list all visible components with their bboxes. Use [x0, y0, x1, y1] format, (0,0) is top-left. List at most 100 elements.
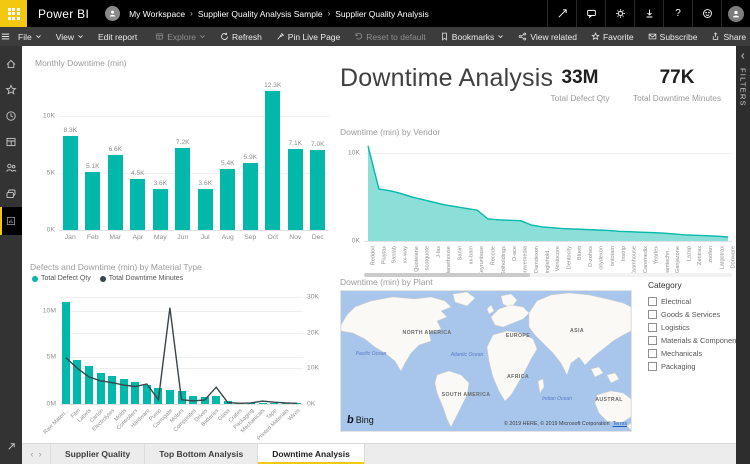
visual-downtime-by-vendor[interactable]: Downtime (min) by Vendor 0K 10K Reddoit Pl…: [340, 127, 736, 277]
kpi-label: Total Downtime Minutes: [632, 93, 722, 103]
downtime-line-series[interactable]: [60, 297, 303, 405]
bar[interactable]: [310, 150, 326, 230]
vendor-axis-label: Ganjazone: [675, 246, 682, 274]
axis-tick-label: 0K: [351, 237, 360, 245]
bar-aug[interactable]: 5.4K Aug: [217, 82, 240, 241]
visual-defects-downtime-by-material[interactable]: Defects and Downtime (min) by Material T…: [30, 262, 334, 448]
bar-may[interactable]: 3.6K May: [149, 82, 172, 241]
sidebar-my-workspace-selected[interactable]: [0, 207, 22, 235]
bar[interactable]: [220, 168, 236, 230]
download-icon[interactable]: [634, 0, 663, 27]
sidebar-recent-icon[interactable]: [0, 103, 22, 129]
menu-share[interactable]: Share: [704, 27, 750, 46]
bar[interactable]: [62, 135, 78, 230]
kpi-total-defect-qty[interactable]: 33M Total Defect Qty: [532, 67, 628, 103]
sidebar-apps-icon[interactable]: [0, 129, 22, 155]
vendor-axis-label: Sanin: [457, 246, 464, 261]
app-launcher-waffle-icon[interactable]: [0, 0, 27, 27]
workspace-avatar[interactable]: [105, 6, 121, 21]
feedback-smiley-icon[interactable]: [692, 0, 721, 27]
menu-favorite[interactable]: Favorite: [584, 27, 641, 46]
sidebar-workspaces-icon[interactable]: [0, 181, 22, 207]
vendor-area-series[interactable]: [364, 144, 732, 241]
bar[interactable]: [287, 149, 303, 230]
slicer-option-electrical[interactable]: Electrical: [648, 295, 736, 308]
fullscreen-icon[interactable]: [547, 0, 576, 27]
bar-feb[interactable]: 5.1K Feb: [82, 82, 105, 241]
tab-scroll-left-icon[interactable]: ‹: [31, 449, 34, 459]
bing-logo[interactable]: b Bing: [346, 414, 374, 426]
bar[interactable]: [107, 154, 123, 230]
checkbox-icon[interactable]: [648, 349, 657, 358]
visual-title: Defects and Downtime (min) by Material T…: [30, 262, 202, 272]
legend-total-downtime-minutes[interactable]: Total Downtime Minutes: [99, 275, 183, 282]
slicer-option-logistics[interactable]: Logistics: [648, 321, 736, 334]
bar-jun[interactable]: 7.2K Jun: [172, 82, 195, 241]
bar-sep[interactable]: 5.9K Sep: [239, 82, 262, 241]
menu-bookmarks[interactable]: Bookmarks: [433, 27, 512, 46]
page-tab-top-bottom-analysis[interactable]: Top Bottom Analysis: [145, 444, 259, 464]
menu-edit-report[interactable]: Edit report: [91, 27, 144, 46]
menu-view[interactable]: View: [49, 27, 91, 46]
slicer-option-mechanicals[interactable]: Mechanicals: [648, 347, 736, 360]
sidebar-home-icon[interactable]: [0, 51, 22, 77]
checkbox-icon[interactable]: [648, 323, 657, 332]
menu-reset-to-default[interactable]: Reset to default: [347, 27, 433, 46]
menu-pin-live-page[interactable]: Pin Live Page: [269, 27, 347, 46]
checkbox-icon[interactable]: [648, 362, 657, 371]
bing-map[interactable]: NORTH AMERICA EUROPE ASIA AFRICA SOUTH A…: [340, 290, 632, 432]
profile-avatar[interactable]: [721, 0, 750, 27]
help-icon[interactable]: ?: [663, 0, 692, 27]
tab-scroll-right-icon[interactable]: ›: [39, 449, 42, 459]
kpi-total-downtime-minutes[interactable]: 77K Total Downtime Minutes: [622, 67, 732, 103]
menu-view-related[interactable]: View related: [511, 27, 584, 46]
settings-gear-icon[interactable]: [605, 0, 634, 27]
menu-subscribe[interactable]: Subscribe: [641, 27, 705, 46]
bar[interactable]: [152, 189, 168, 230]
sidebar-shared-with-me-icon[interactable]: [0, 155, 22, 181]
slicer-option-materials-components[interactable]: Materials & Components: [648, 334, 742, 347]
bar[interactable]: [265, 91, 281, 230]
visual-downtime-by-plant-map[interactable]: Downtime (min) by Plant NORTH AMERICA EU…: [340, 277, 632, 443]
bar[interactable]: [85, 171, 101, 230]
chevron-down-icon: [498, 35, 504, 39]
bar-jan[interactable]: 8.3K Jan: [59, 82, 82, 241]
breadcrumb-workspace[interactable]: My Workspace: [127, 9, 187, 19]
bar[interactable]: [175, 148, 191, 230]
menu-file[interactable]: File: [11, 27, 49, 46]
menu-explore[interactable]: Explore: [148, 27, 213, 46]
checkbox-icon[interactable]: [648, 310, 657, 319]
bar[interactable]: [197, 189, 213, 230]
breadcrumb-app[interactable]: Supplier Quality Analysis Sample: [196, 9, 325, 19]
checkbox-icon[interactable]: [648, 297, 657, 306]
page-tab-supplier-quality[interactable]: Supplier Quality: [50, 444, 146, 464]
axis-tick-label: 0M: [46, 400, 56, 408]
bar-apr[interactable]: 4.5K Apr: [127, 82, 150, 241]
bar-oct[interactable]: 12.3K Oct: [262, 82, 285, 241]
bar[interactable]: [130, 178, 146, 230]
slicer-option-goods-services[interactable]: Goods & Services: [648, 308, 736, 321]
bar-dec[interactable]: 7.0K Dec: [307, 82, 330, 241]
hamburger-menu-icon[interactable]: [0, 31, 11, 42]
map-terms-link[interactable]: Terms: [613, 421, 627, 427]
slicer-option-packaging[interactable]: Packaging: [648, 360, 736, 373]
filters-panel-collapsed[interactable]: FILTERS: [736, 46, 750, 464]
visual-monthly-downtime[interactable]: Monthly Downtime (min) 0K 5K 10K 8.3K Jan 5.1…: [35, 58, 331, 256]
legend-dot-icon: [32, 275, 38, 282]
report-menubar: File View Edit report Explore Refresh Pi…: [0, 27, 750, 46]
bar-jul[interactable]: 3.6K Jul: [194, 82, 217, 241]
bar[interactable]: [242, 162, 258, 230]
sidebar-favorites-icon[interactable]: [0, 77, 22, 103]
bar-mar[interactable]: 6.6K Mar: [104, 82, 127, 241]
comments-icon[interactable]: [576, 0, 605, 27]
bar-nov[interactable]: 7.1K Nov: [284, 82, 307, 241]
breadcrumb-report[interactable]: Supplier Quality Analysis: [333, 9, 431, 19]
checkbox-icon[interactable]: [648, 336, 657, 345]
page-tab-downtime-analysis[interactable]: Downtime Analysis: [258, 444, 365, 464]
chart-legend: Total Defect Qty Total Downtime Minutes: [32, 275, 183, 282]
menu-refresh[interactable]: Refresh: [213, 27, 269, 46]
category-slicer[interactable]: Category Electrical Goods & Services Logis…: [648, 280, 742, 373]
sidebar-expand-icon[interactable]: [0, 433, 22, 459]
legend-total-defect-qty[interactable]: Total Defect Qty: [32, 275, 91, 282]
axis-tick-label: 10K: [42, 112, 55, 120]
